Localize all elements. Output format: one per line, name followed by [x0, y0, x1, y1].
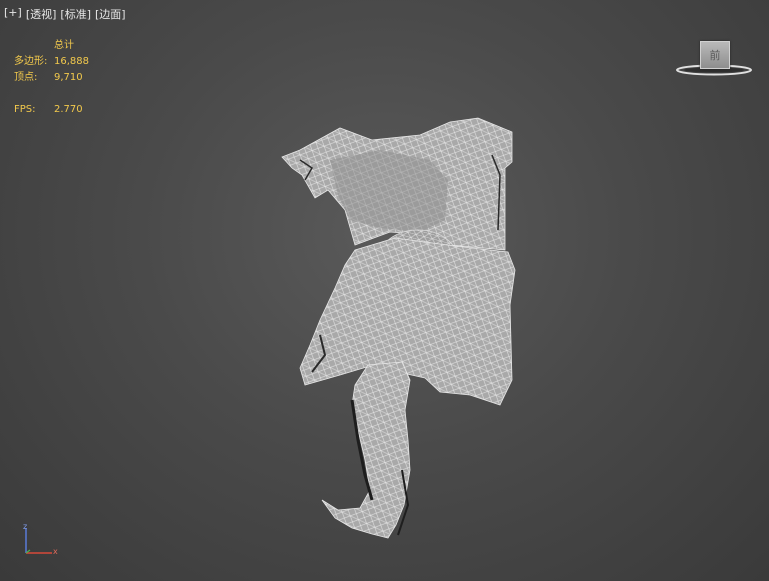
wireframe-mesh-model[interactable] [0, 0, 769, 581]
axis-z-label: z [23, 522, 28, 531]
axis-x-label: x [53, 547, 58, 556]
axis-gizmo: z x [18, 520, 62, 560]
viewport-perspective[interactable]: [+] [透视] [标准] [边面] 总计 多边形: 16,888 顶点: 9,… [0, 0, 769, 581]
